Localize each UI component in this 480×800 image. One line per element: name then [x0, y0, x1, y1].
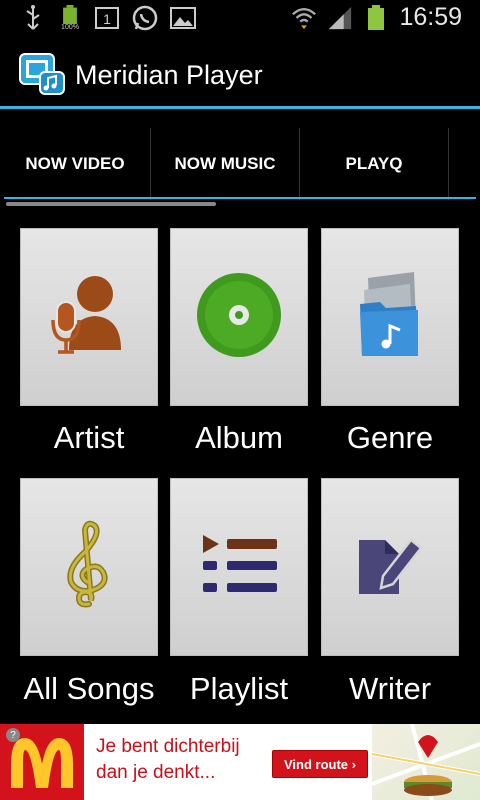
writer-tile[interactable]: [321, 478, 459, 656]
playlist-label[interactable]: Playlist: [159, 671, 319, 707]
playlist-icon: [199, 533, 279, 602]
app-title: Meridian Player: [75, 60, 263, 90]
album-tile[interactable]: [170, 228, 308, 406]
battery-icon: [363, 4, 389, 31]
writer-pen-icon: [355, 532, 425, 603]
tab-label: NOW MUSIC: [174, 154, 276, 173]
genre-tile[interactable]: [321, 228, 459, 406]
notification-one-icon: 1: [94, 5, 120, 31]
usb-icon: [20, 5, 46, 31]
artist-tile[interactable]: [20, 228, 158, 406]
ad-route-button[interactable]: Vind route ›: [272, 750, 368, 778]
tab-underline: [4, 197, 476, 199]
all-songs-tile[interactable]: [20, 478, 158, 656]
treble-clef-icon: [59, 520, 119, 615]
album-disc-icon: [196, 272, 282, 363]
playlist-tile[interactable]: [170, 478, 308, 656]
tab-bar: NOW VIDEO NOW MUSIC PLAYQ: [0, 128, 480, 200]
app-logo-icon[interactable]: [18, 52, 68, 96]
signal-icon: [327, 5, 353, 31]
ad-line-1: Je bent dichterbij: [96, 736, 240, 757]
ad-banner[interactable]: ? Je bent dichterbij dan je denkt... Vin…: [0, 723, 480, 800]
artist-microphone-icon: [51, 272, 127, 363]
battery-icon: 100%: [58, 5, 82, 31]
all-songs-label[interactable]: All Songs: [9, 671, 169, 707]
ad-info-icon[interactable]: ?: [6, 728, 20, 742]
tab-divider: [448, 128, 449, 200]
clock: 16:59: [399, 3, 462, 31]
svg-text:1: 1: [103, 11, 111, 27]
wifi-icon: [291, 5, 317, 31]
battery-percent: 100%: [61, 24, 79, 31]
tab-playq[interactable]: PLAYQ: [300, 128, 448, 200]
tab-now-music[interactable]: NOW MUSIC: [151, 128, 299, 200]
action-bar: Meridian Player: [0, 38, 480, 110]
tab-label: PLAYQ: [345, 154, 403, 173]
artist-label[interactable]: Artist: [9, 420, 169, 456]
gallery-icon: [170, 5, 196, 31]
ad-line-2: dan je denkt...: [96, 762, 216, 783]
tab-now-video[interactable]: NOW VIDEO: [0, 128, 150, 200]
status-bar: 100% 1 16:59: [0, 0, 480, 38]
ad-map-image: [371, 723, 480, 800]
action-bar-divider: [0, 106, 480, 109]
tab-scroll-indicator: [6, 202, 216, 206]
genre-folder-icon: [358, 271, 422, 363]
whatsapp-icon: [132, 5, 158, 31]
tab-label: NOW VIDEO: [25, 154, 125, 173]
ad-text: Je bent dichterbij dan je denkt...: [96, 734, 266, 786]
genre-label[interactable]: Genre: [310, 420, 470, 456]
writer-label[interactable]: Writer: [310, 671, 470, 707]
album-label[interactable]: Album: [159, 420, 319, 456]
